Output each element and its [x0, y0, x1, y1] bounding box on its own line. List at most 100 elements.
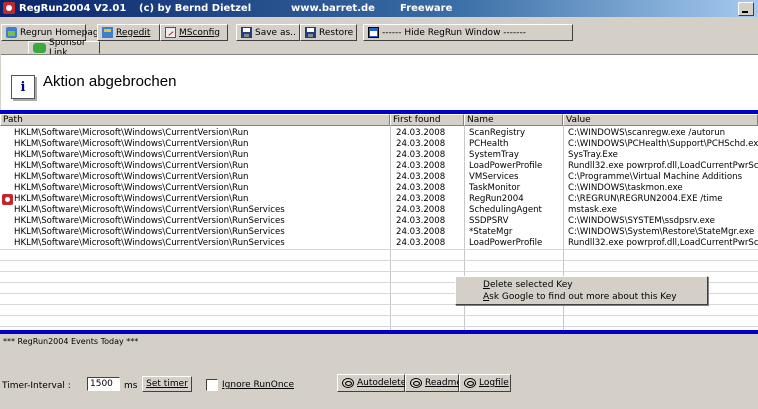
column-header-first-found[interactable]: First found — [390, 114, 464, 126]
bottom-bar: Timer-Interval : 1500 ms Set timer Ignor… — [0, 372, 758, 409]
ignore-runonce-checkbox[interactable] — [206, 379, 218, 391]
autodelete-icon — [342, 378, 354, 388]
hide-window-button[interactable]: ------ Hide RegRun Window ------- — [363, 24, 573, 41]
msconfig-button[interactable]: MSconfig — [160, 24, 228, 41]
readme-label: Readme — [425, 378, 462, 388]
table-row[interactable]: HKLM\Software\Microsoft\Windows\CurrentV… — [0, 172, 758, 183]
cell-path: HKLM\Software\Microsoft\Windows\CurrentV… — [14, 205, 285, 215]
cell-name: LoadPowerProfile — [469, 161, 543, 171]
cell-first-found: 24.03.2008 — [396, 205, 446, 215]
cell-name: PCHealth — [469, 139, 509, 149]
cell-path: HKLM\Software\Microsoft\Windows\CurrentV… — [14, 238, 285, 248]
events-panel: *** RegRun2004 Events Today *** — [0, 334, 758, 372]
cell-name: SSDPSRV — [469, 216, 509, 226]
cell-name: TaskMonitor — [469, 183, 521, 193]
window-title-url: www.barret.de — [291, 3, 375, 14]
events-header: *** RegRun2004 Events Today *** — [3, 337, 139, 346]
window-title-copyright: (c) by Bernd Dietzel — [139, 3, 252, 14]
row-gridline — [0, 315, 758, 316]
table-row[interactable]: HKLM\Software\Microsoft\Windows\CurrentV… — [0, 128, 758, 139]
cell-first-found: 24.03.2008 — [396, 183, 446, 193]
cell-value: C:\Programme\Virtual Machine Additions — [568, 172, 743, 182]
column-header-path[interactable]: Path — [0, 114, 390, 126]
message-panel: i Aktion abgebrochen — [1, 54, 758, 111]
restore-disk-icon — [305, 27, 316, 38]
cell-value: C:\WINDOWS\SYSTEM\ssdpsrv.exe — [568, 216, 715, 226]
minimize-button[interactable] — [738, 2, 754, 16]
autodelete-button[interactable]: Autodelete — [337, 374, 406, 392]
row-gridline — [0, 249, 758, 250]
cell-first-found: 24.03.2008 — [396, 128, 446, 138]
cell-first-found: 24.03.2008 — [396, 150, 446, 160]
timer-interval-input[interactable]: 1500 — [87, 377, 120, 391]
cell-first-found: 24.03.2008 — [396, 139, 446, 149]
table-row[interactable]: HKLM\Software\Microsoft\Windows\CurrentV… — [0, 139, 758, 150]
cell-name: SystemTray — [469, 150, 519, 160]
cell-value: SysTray.Exe — [568, 150, 618, 160]
row-gridline — [0, 271, 758, 272]
table-row[interactable]: HKLM\Software\Microsoft\Windows\CurrentV… — [0, 216, 758, 227]
window-title-license: Freeware — [400, 3, 453, 14]
cell-value: mstask.exe — [568, 205, 617, 215]
set-timer-label: Set timer — [146, 379, 188, 389]
readme-icon — [410, 378, 422, 388]
cell-value: C:\WINDOWS\System\Restore\StateMgr.exe — [568, 227, 755, 237]
cell-path: HKLM\Software\Microsoft\Windows\CurrentV… — [14, 150, 249, 160]
table-row[interactable]: HKLM\Software\Microsoft\Windows\CurrentV… — [0, 161, 758, 172]
cell-value: C:\REGRUN\REGRUN2004.EXE /time — [568, 194, 723, 204]
cell-name: LoadPowerProfile — [469, 238, 543, 248]
cell-value: C:\WINDOWS\scanregw.exe /autorun — [568, 128, 726, 138]
tab-sponsor-link[interactable]: Sponsor Link — [28, 38, 100, 58]
cell-first-found: 24.03.2008 — [396, 238, 446, 248]
ignore-runonce-label: Ignore RunOnce — [222, 380, 295, 390]
context-menu: Delete selected Key Ask Google to find o… — [455, 276, 708, 305]
cell-path: HKLM\Software\Microsoft\Windows\CurrentV… — [14, 161, 249, 171]
cell-first-found: 24.03.2008 — [396, 227, 446, 237]
cell-value: Rundll32.exe powrprof.dll,LoadCurrentPwr… — [568, 161, 758, 171]
cell-path: HKLM\Software\Microsoft\Windows\CurrentV… — [14, 227, 285, 237]
delete-selected-key-item[interactable]: Delete selected Key — [483, 280, 573, 290]
save-as-label: Save as.. — [255, 27, 296, 38]
table-row[interactable]: HKLM\Software\Microsoft\Windows\CurrentV… — [0, 238, 758, 249]
save-disk-icon — [241, 27, 252, 38]
cell-name: SchedulingAgent — [469, 205, 542, 215]
table-row[interactable]: HKLM\Software\Microsoft\Windows\CurrentV… — [0, 194, 758, 205]
ask-google-item[interactable]: Ask Google to find out more about this K… — [483, 292, 677, 302]
cell-first-found: 24.03.2008 — [396, 172, 446, 182]
table-row[interactable]: HKLM\Software\Microsoft\Windows\CurrentV… — [0, 227, 758, 238]
cell-path: HKLM\Software\Microsoft\Windows\CurrentV… — [14, 128, 249, 138]
logfile-icon — [464, 378, 476, 388]
column-header-value[interactable]: Value — [563, 114, 758, 126]
set-timer-button[interactable]: Set timer — [142, 376, 192, 392]
cell-value: Rundll32.exe powrprof.dll,LoadCurrentPwr… — [568, 238, 758, 248]
regedit-button[interactable]: Regedit — [97, 24, 160, 41]
logfile-button[interactable]: Logfile — [459, 374, 511, 392]
row-gridline — [0, 326, 758, 327]
title-bar: RegRun2004 V2.01 (c) by Bernd Dietzel ww… — [0, 0, 758, 17]
delete-key-label: elete selected Key — [489, 280, 573, 290]
info-icon: i — [11, 75, 35, 99]
cell-value: C:\WINDOWS\PCHealth\Support\PCHSchd.exe — [568, 139, 758, 149]
msconfig-label: MSconfig — [179, 27, 221, 38]
readme-button[interactable]: Readme — [405, 374, 462, 392]
cell-value: C:\WINDOWS\taskmon.exe — [568, 183, 683, 193]
cell-path: HKLM\Software\Microsoft\Windows\CurrentV… — [14, 139, 249, 149]
column-header-name[interactable]: Name — [464, 114, 563, 126]
row-gridline — [0, 260, 758, 261]
save-as-button[interactable]: Save as.. — [236, 24, 300, 41]
cell-name: ScanRegistry — [469, 128, 526, 138]
status-message: Aktion abgebrochen — [43, 73, 177, 90]
sponsor-icon — [33, 42, 46, 53]
table-row[interactable]: HKLM\Software\Microsoft\Windows\CurrentV… — [0, 150, 758, 161]
table-row[interactable]: HKLM\Software\Microsoft\Windows\CurrentV… — [0, 183, 758, 194]
cell-name: RegRun2004 — [469, 194, 524, 204]
logfile-label: Logfile — [479, 378, 509, 388]
cell-path: HKLM\Software\Microsoft\Windows\CurrentV… — [14, 183, 249, 193]
restore-button[interactable]: Restore — [300, 24, 357, 41]
regrun-app-icon — [3, 2, 15, 14]
table-row[interactable]: HKLM\Software\Microsoft\Windows\CurrentV… — [0, 205, 758, 216]
ask-google-label: sk Google to find out more about this Ke… — [489, 292, 677, 302]
cell-first-found: 24.03.2008 — [396, 194, 446, 204]
cell-name: VMServices — [469, 172, 519, 182]
cell-path: HKLM\Software\Microsoft\Windows\CurrentV… — [14, 172, 249, 182]
